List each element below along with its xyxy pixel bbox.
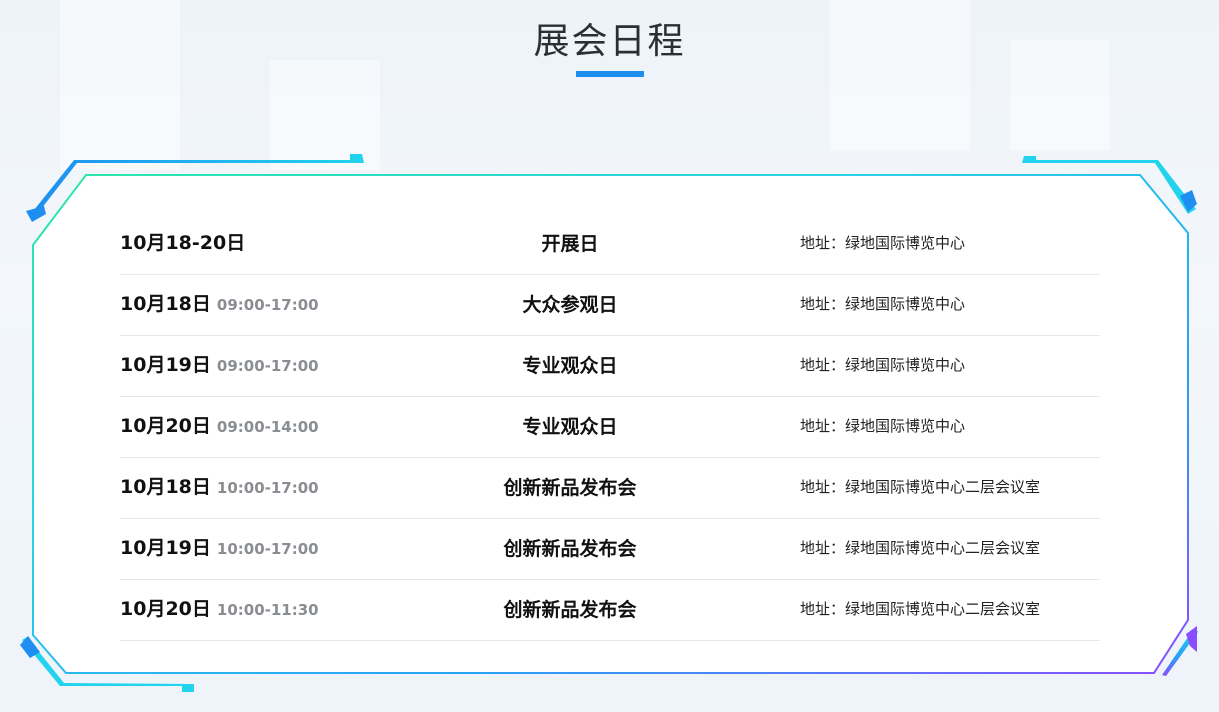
address-text: 地址：绿地国际博览中心二层会议室: [800, 539, 1041, 557]
address-text: 地址：绿地国际博览中心: [800, 295, 966, 313]
date-cell: 10月20日 09:00-14:00: [120, 397, 319, 456]
date-text: 10月18-20日: [120, 232, 246, 254]
date-cell: 10月20日 10:00-11:30: [120, 580, 319, 639]
table-row: 10月19日 09:00-17:00 专业观众日 地址：绿地国际博览中心: [120, 336, 1100, 397]
event-name: 创新新品发布会: [503, 477, 637, 499]
table-row: 10月18-20日 开展日 地址：绿地国际博览中心: [120, 214, 1100, 275]
time-text: 09:00-17:00: [216, 357, 319, 375]
date-cell: 10月19日 09:00-17:00: [120, 336, 319, 395]
table-row: 10月19日 10:00-17:00 创新新品发布会 地址：绿地国际博览中心二层会…: [120, 519, 1100, 580]
date-cell: 10月18日 09:00-17:00: [120, 275, 319, 334]
event-name: 创新新品发布会: [503, 599, 637, 621]
time-text: 09:00-17:00: [216, 296, 319, 314]
event-name: 创新新品发布会: [503, 538, 637, 560]
event-name: 开展日: [541, 233, 599, 255]
date-cell: 10月18-20日: [120, 214, 251, 273]
time-text: 10:00-17:00: [216, 479, 319, 497]
event-name: 专业观众日: [522, 355, 618, 377]
time-text: 10:00-11:30: [216, 601, 319, 619]
address-text: 地址：绿地国际博览中心二层会议室: [800, 478, 1041, 496]
address-text: 地址：绿地国际博览中心: [800, 417, 966, 435]
date-text: 10月20日: [120, 415, 211, 437]
event-name: 大众参观日: [522, 294, 618, 316]
table-row: 10月20日 09:00-14:00 专业观众日 地址：绿地国际博览中心: [120, 397, 1100, 458]
date-text: 10月19日: [120, 537, 211, 559]
table-row: 10月20日 10:00-11:30 创新新品发布会 地址：绿地国际博览中心二层会…: [120, 580, 1100, 641]
date-cell: 10月18日 10:00-17:00: [120, 458, 319, 517]
date-text: 10月19日: [120, 354, 211, 376]
time-text: 10:00-17:00: [216, 540, 319, 558]
event-name: 专业观众日: [522, 416, 618, 438]
date-cell: 10月19日 10:00-17:00: [120, 519, 319, 578]
table-row: 10月18日 09:00-17:00 大众参观日 地址：绿地国际博览中心: [120, 275, 1100, 336]
time-text: 09:00-14:00: [216, 418, 319, 436]
date-text: 10月18日: [120, 293, 211, 315]
address-text: 地址：绿地国际博览中心: [800, 356, 966, 374]
date-text: 10月20日: [120, 598, 211, 620]
address-text: 地址：绿地国际博览中心二层会议室: [800, 600, 1041, 618]
table-row: 10月18日 10:00-17:00 创新新品发布会 地址：绿地国际博览中心二层会…: [120, 458, 1100, 519]
date-text: 10月18日: [120, 476, 211, 498]
schedule-table: 10月18-20日 开展日 地址：绿地国际博览中心 10月18日 09:00-17…: [120, 214, 1100, 641]
address-text: 地址：绿地国际博览中心: [800, 234, 966, 252]
